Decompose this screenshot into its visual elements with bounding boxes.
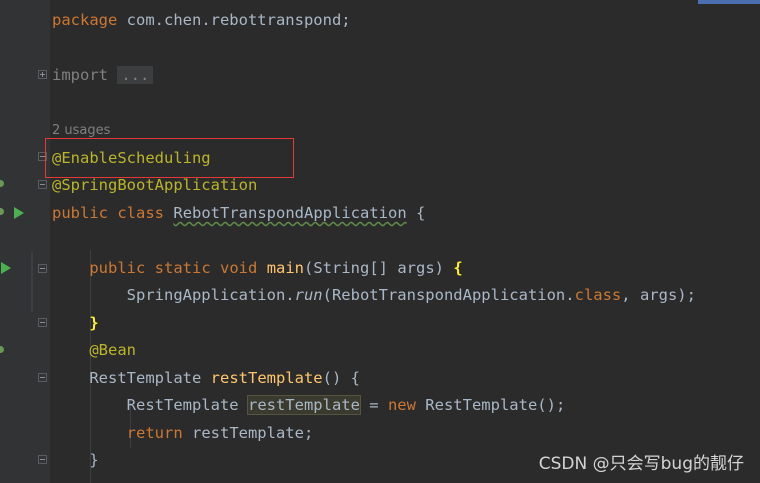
watermark: CSDN @只会写bug的靓仔 xyxy=(538,454,744,474)
code-line-run: SpringApplication.run(RebotTranspondAppl… xyxy=(126,286,696,304)
code-line-package: package com.chen.rebottranspond; xyxy=(52,11,351,29)
code-line-method-close: } xyxy=(89,451,99,469)
run-main-icon[interactable] xyxy=(1,262,11,274)
highlight-box xyxy=(45,138,294,178)
fold-icon[interactable] xyxy=(38,70,47,79)
code-line-main-decl: public static void main(String[] args) { xyxy=(89,259,463,277)
fold-icon[interactable] xyxy=(38,373,47,382)
code-line-bean-annotation: @Bean xyxy=(89,341,136,359)
change-marker xyxy=(31,252,33,312)
fold-icon[interactable] xyxy=(38,264,47,273)
code-line-var-decl: RestTemplate restTemplate = new RestTemp… xyxy=(126,395,566,415)
run-class-icon[interactable] xyxy=(14,207,24,219)
code-line-resttemplate-method: RestTemplate restTemplate() { xyxy=(89,369,360,387)
folded-imports[interactable]: ... xyxy=(117,66,154,84)
code-line-main-close: } xyxy=(89,314,99,332)
code-line-import: import ... xyxy=(52,62,154,88)
fold-icon[interactable] xyxy=(38,455,47,464)
fold-icon[interactable] xyxy=(38,318,47,327)
code-line-return: return restTemplate; xyxy=(126,424,314,442)
fold-icon[interactable] xyxy=(38,180,47,189)
code-editor[interactable]: package com.chen.rebottranspond; import … xyxy=(50,0,760,483)
code-line-class-decl: public class RebotTranspondApplication { xyxy=(52,204,426,222)
